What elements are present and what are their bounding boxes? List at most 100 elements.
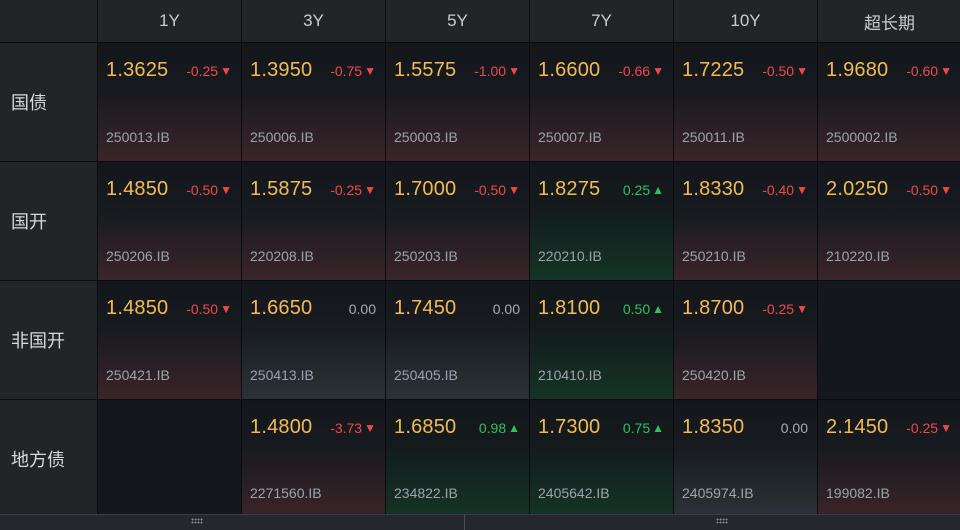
quote-cell[interactable]: 1.6650 0.00 250413.IB [242,281,385,399]
bp-change: 0.50 ▲ [623,301,664,317]
bp-change-value: -0.50 [762,63,795,79]
triangle-down-icon: ▼ [652,64,664,78]
quote-cell[interactable]: 1.8350 0.00 2405974.IB [674,400,817,517]
tenor-header-1y[interactable]: 1Y [98,0,241,42]
yield-rate: 1.6850 [394,416,457,438]
bp-change: -0.40 ▼ [762,182,808,198]
triangle-down-icon: ▼ [220,302,232,316]
bp-change: 0.75 ▲ [623,420,664,436]
bp-change-value: -0.50 [906,182,939,198]
bp-change-value: -0.66 [618,63,651,79]
quote-cell[interactable]: 1.8275 0.25 ▲ 220210.IB [530,162,673,280]
triangle-down-icon: ▼ [364,183,376,197]
yield-rate: 1.4850 [106,297,169,319]
tenor-header-3y[interactable]: 3Y [242,0,385,42]
bp-change: 0.25 ▲ [623,182,664,198]
bp-change: -0.25 ▼ [186,63,232,79]
quote-cell[interactable]: 1.3625 -0.25 ▼ 250013.IB [98,43,241,161]
yield-rate: 1.6650 [250,297,313,319]
quote-cell [98,400,241,517]
triangle-up-icon: ▲ [508,421,520,435]
quote-cell [818,281,960,399]
bond-code: 250203.IB [394,248,458,264]
yield-rate: 1.8330 [682,178,745,200]
bp-change: -0.75 ▼ [330,63,376,79]
quote-cell[interactable]: 2.0250 -0.50 ▼ 210220.IB [818,162,960,280]
tenor-header-5y[interactable]: 5Y [386,0,529,42]
bond-code: 199082.IB [826,485,890,501]
yield-rate: 1.8100 [538,297,601,319]
bp-change: 0.98 ▲ [479,420,520,436]
bp-change: 0.00 [781,420,808,436]
bp-change-value: 0.50 [622,301,651,317]
triangle-down-icon: ▼ [508,64,520,78]
row-header[interactable]: 国开 [0,162,97,280]
bottom-scroll-bar[interactable] [0,514,960,530]
quote-cell[interactable]: 1.7450 0.00 250405.IB [386,281,529,399]
bond-code: 220210.IB [538,248,602,264]
bp-change-value: -0.50 [186,182,219,198]
yield-rate: 1.9680 [826,59,889,81]
bp-change: -0.50 ▼ [474,182,520,198]
yield-rate: 1.6600 [538,59,601,81]
bond-code: 234822.IB [394,485,458,501]
triangle-down-icon: ▼ [508,183,520,197]
quote-cell[interactable]: 1.4850 -0.50 ▼ 250206.IB [98,162,241,280]
resize-grip-icon[interactable] [191,518,203,524]
bp-change-value: -1.00 [474,63,507,79]
bond-code: 250013.IB [106,129,170,145]
bond-code: 2271560.IB [250,485,322,501]
tenor-header-ultra-long[interactable]: 超长期 [818,0,960,42]
bond-code: 220208.IB [250,248,314,264]
resize-grip-icon[interactable] [716,518,728,524]
bp-change: -0.60 ▼ [906,63,952,79]
bp-change: -0.66 ▼ [618,63,664,79]
quote-cell[interactable]: 1.6600 -0.66 ▼ 250007.IB [530,43,673,161]
quote-cell[interactable]: 1.7225 -0.50 ▼ 250011.IB [674,43,817,161]
bp-change-value: -0.25 [330,182,363,198]
bond-code: 250007.IB [538,129,602,145]
quote-cell[interactable]: 1.9680 -0.60 ▼ 2500002.IB [818,43,960,161]
yield-rate: 2.0250 [826,178,889,200]
triangle-down-icon: ▼ [940,64,952,78]
triangle-up-icon: ▲ [652,302,664,316]
triangle-up-icon: ▲ [652,183,664,197]
quote-cell[interactable]: 1.3950 -0.75 ▼ 250006.IB [242,43,385,161]
bond-code: 250413.IB [250,367,314,383]
quote-cell[interactable]: 1.7000 -0.50 ▼ 250203.IB [386,162,529,280]
tenor-header-7y[interactable]: 7Y [530,0,673,42]
triangle-down-icon: ▼ [220,183,232,197]
bond-code: 250210.IB [682,248,746,264]
quote-cell[interactable]: 1.8330 -0.40 ▼ 250210.IB [674,162,817,280]
yield-rate: 1.3950 [250,59,313,81]
row-header[interactable]: 国债 [0,43,97,161]
bp-change-value: -0.25 [906,420,939,436]
quote-cell[interactable]: 1.7300 0.75 ▲ 2405642.IB [530,400,673,517]
bond-code: 210410.IB [538,367,602,383]
bond-code: 2500002.IB [826,129,898,145]
row-header[interactable]: 地方债 [0,400,97,517]
bond-code: 250011.IB [682,129,745,145]
yield-rate: 1.5575 [394,59,457,81]
tenor-header-10y[interactable]: 10Y [674,0,817,42]
quote-cell[interactable]: 1.4800 -3.73 ▼ 2271560.IB [242,400,385,517]
quote-cell[interactable]: 1.5575 -1.00 ▼ 250003.IB [386,43,529,161]
bp-change: -0.50 ▼ [186,301,232,317]
yield-rate: 1.8275 [538,178,601,200]
bp-change: -0.25 ▼ [330,182,376,198]
bp-change-value: 0.00 [780,420,808,436]
quote-cell[interactable]: 2.1450 -0.25 ▼ 199082.IB [818,400,960,517]
bp-change-value: -0.25 [762,301,795,317]
quote-cell[interactable]: 1.8100 0.50 ▲ 210410.IB [530,281,673,399]
pane-divider[interactable] [464,515,465,530]
quote-cell[interactable]: 1.4850 -0.50 ▼ 250421.IB [98,281,241,399]
bp-change-value: 0.98 [478,420,507,436]
quote-cell[interactable]: 1.6850 0.98 ▲ 234822.IB [386,400,529,517]
quote-cell[interactable]: 1.5875 -0.25 ▼ 220208.IB [242,162,385,280]
quote-cell[interactable]: 1.8700 -0.25 ▼ 250420.IB [674,281,817,399]
triangle-down-icon: ▼ [220,64,232,78]
bp-change: 0.00 [493,301,520,317]
triangle-down-icon: ▼ [796,183,808,197]
row-header[interactable]: 非国开 [0,281,97,399]
yield-rate: 1.7000 [394,178,457,200]
